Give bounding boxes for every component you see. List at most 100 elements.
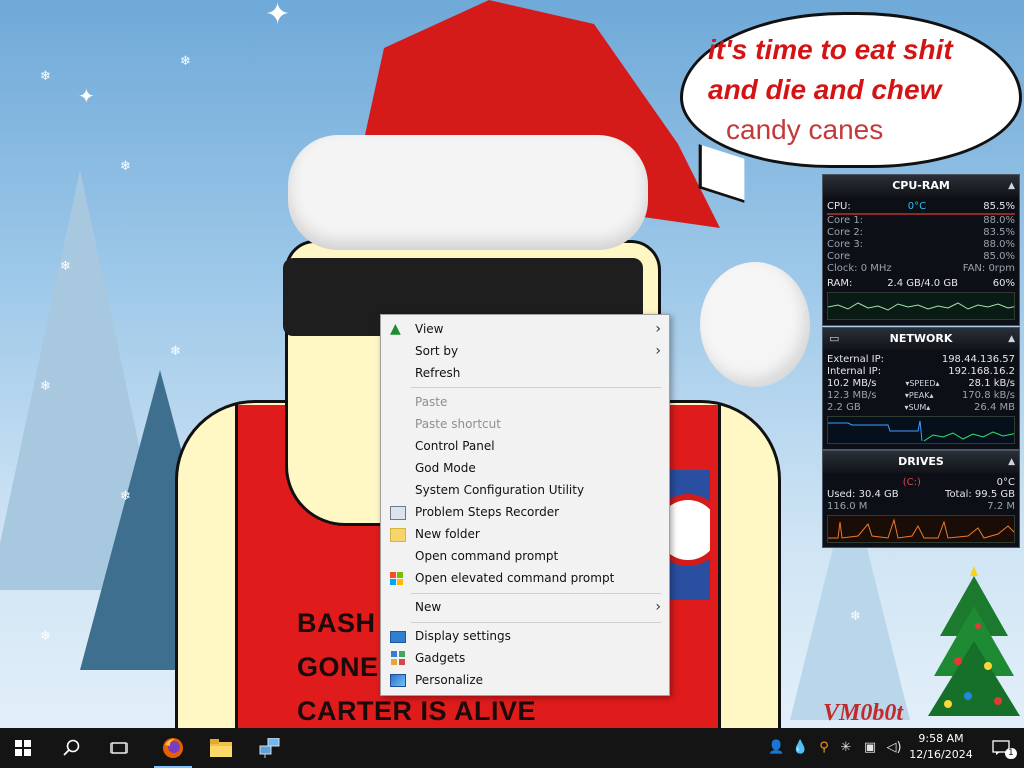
menu-item-paste[interactable]: Paste xyxy=(381,391,669,413)
network-tray-icon[interactable]: ▣ xyxy=(862,740,878,756)
ram-row: RAM: 2.4 GB/4.0 GB 60% xyxy=(823,278,1019,290)
sum-label: ▾SUM▴ xyxy=(904,403,931,412)
taskbar-file-explorer[interactable] xyxy=(198,728,244,768)
menu-item-new-folder[interactable]: New folder xyxy=(381,523,669,545)
menu-item-new[interactable]: New › xyxy=(381,596,669,618)
snowflake-decoration: ❄ xyxy=(40,379,51,394)
clock-date: 12/16/2024 xyxy=(909,748,973,761)
snowflake-tray-icon[interactable]: ✳ xyxy=(838,740,854,756)
core-label: Core xyxy=(827,251,851,262)
monitor-icon: ▭ xyxy=(829,332,840,345)
speech-bubble-line1: it's time to eat shit xyxy=(708,34,953,65)
cpu-ram-gadget[interactable]: CPU-RAM ▲ CPU: 0°C 85.5% Core 1: 88.0% C… xyxy=(822,174,1020,326)
fan-speed: FAN: 0rpm xyxy=(962,263,1015,274)
internal-ip-value: 192.168.16.2 xyxy=(948,366,1015,377)
internal-ip-label: Internal IP: xyxy=(827,366,882,377)
chevron-right-icon: › xyxy=(655,343,661,359)
ram-percent: 60% xyxy=(992,278,1015,289)
taskbar-network-app[interactable] xyxy=(246,728,292,768)
taskbar-firefox[interactable] xyxy=(150,728,196,768)
user-network-tray-icon[interactable]: 👤 xyxy=(768,740,784,756)
drive-header-row: (C:) 0°C xyxy=(823,477,1019,489)
droplet-tray-icon[interactable]: 💧 xyxy=(792,740,808,756)
drive-read: 116.0 M xyxy=(827,501,868,512)
menu-item-display-settings[interactable]: Display settings xyxy=(381,625,669,647)
menu-item-paste-shortcut[interactable]: Paste shortcut xyxy=(381,413,669,435)
volume-tray-icon[interactable]: ◁) xyxy=(886,740,902,756)
chevron-right-icon: › xyxy=(655,321,661,337)
menu-item-open-elevated-command-prompt[interactable]: Open elevated command prompt xyxy=(381,567,669,589)
speech-bubble-line2: and die and chew xyxy=(708,74,942,105)
cpu-value: 85.5% xyxy=(983,201,1015,212)
menu-item-view[interactable]: ▲ View › xyxy=(381,318,669,340)
drives-gadget-title: DRIVES xyxy=(898,455,944,468)
speed-up: 28.1 kB/s xyxy=(968,378,1015,389)
core-label: Core 1: xyxy=(827,215,864,226)
drive-letter: (C:) xyxy=(902,477,921,488)
drive-write: 7.2 M xyxy=(987,501,1015,512)
notification-center-button[interactable]: 1 xyxy=(978,728,1024,768)
taskbar-clock[interactable]: 9:58 AM 12/16/2024 xyxy=(908,731,974,763)
speed-down: 10.2 MB/s xyxy=(827,378,877,389)
drive-used: Used: 30.4 GB xyxy=(827,489,899,500)
core-label: Core 2: xyxy=(827,227,864,238)
task-view-button[interactable] xyxy=(96,728,142,768)
core-value: 83.5% xyxy=(983,227,1015,238)
network-gadget[interactable]: ▭ NETWORK ▲ External IP: 198.44.136.57 I… xyxy=(822,327,1020,450)
sum-row: 2.2 GB ▾SUM▴ 26.4 MB xyxy=(823,402,1019,414)
speed-label: ▾SPEED▴ xyxy=(905,379,940,388)
cpu-row: CPU: 0°C 85.5% xyxy=(823,201,1019,213)
personalize-icon xyxy=(390,674,406,687)
firefox-icon xyxy=(163,738,183,758)
menu-item-sort-by[interactable]: Sort by › xyxy=(381,340,669,362)
core-row: Core 3: 88.0% xyxy=(823,239,1019,251)
core-value: 85.0% xyxy=(983,251,1015,262)
network-traffic-graph xyxy=(827,416,1015,444)
drives-gadget[interactable]: DRIVES ▲ (C:) 0°C Used: 30.4 GB Total: 9… xyxy=(822,450,1020,548)
drive-activity-graph xyxy=(827,515,1015,543)
taskbar: 👤 💧 ⚲ ✳ ▣ ◁) 9:58 AM 12/16/2024 1 xyxy=(0,728,1024,768)
menu-item-control-panel[interactable]: Control Panel xyxy=(381,435,669,457)
core-row: Core 2: 83.5% xyxy=(823,227,1019,239)
drive-io-row: 116.0 M 7.2 M xyxy=(823,501,1019,513)
sum-down: 2.2 GB xyxy=(827,402,861,413)
peak-down: 12.3 MB/s xyxy=(827,390,877,401)
search-button[interactable] xyxy=(48,728,94,768)
christmas-tree-icon: ▲ xyxy=(390,321,401,337)
cpu-temp: 0°C xyxy=(907,201,927,212)
cpu-ram-gadget-header: CPU-RAM ▲ xyxy=(823,175,1019,197)
external-ip-row: External IP: 198.44.136.57 xyxy=(823,354,1019,366)
menu-item-refresh[interactable]: Refresh xyxy=(381,362,669,384)
snowflake-decoration: ❄ xyxy=(170,344,181,359)
menu-item-gadgets[interactable]: Gadgets xyxy=(381,647,669,669)
internal-ip-row: Internal IP: 192.168.16.2 xyxy=(823,366,1019,378)
menu-item-god-mode[interactable]: God Mode xyxy=(381,457,669,479)
start-button[interactable] xyxy=(0,728,46,768)
ram-history-graph xyxy=(827,292,1015,320)
collapse-caret-icon[interactable]: ▲ xyxy=(1008,328,1015,350)
collapse-caret-icon[interactable]: ▲ xyxy=(1008,175,1015,197)
chevron-right-icon: › xyxy=(655,599,661,615)
sun-glow-decoration: ✦ xyxy=(265,0,291,32)
menu-item-problem-steps-recorder[interactable]: Problem Steps Recorder xyxy=(381,501,669,523)
folder-icon xyxy=(390,528,406,542)
shirt-text-line1: BASH xyxy=(297,608,376,638)
shirt-text-line3: CARTER IS ALIVE xyxy=(297,696,537,726)
menu-separator xyxy=(411,622,661,623)
search-tray-icon[interactable]: ⚲ xyxy=(816,740,832,756)
santa-hat-pompom xyxy=(700,262,810,387)
ram-usage: 2.4 GB/4.0 GB xyxy=(887,278,958,289)
menu-item-personalize[interactable]: Personalize xyxy=(381,669,669,691)
peak-label: ▾PEAK▴ xyxy=(904,391,934,400)
display-icon xyxy=(390,631,406,643)
core-value: 88.0% xyxy=(983,239,1015,250)
sum-up: 26.4 MB xyxy=(974,402,1015,413)
snowflake-decoration: ❄ xyxy=(60,259,71,274)
external-ip-label: External IP: xyxy=(827,354,885,365)
menu-item-system-configuration-utility[interactable]: System Configuration Utility xyxy=(381,479,669,501)
snowflake-decoration: ❄ xyxy=(120,489,131,504)
ram-label: RAM: xyxy=(827,278,853,289)
drives-gadget-header: DRIVES ▲ xyxy=(823,451,1019,473)
collapse-caret-icon[interactable]: ▲ xyxy=(1008,451,1015,473)
menu-item-open-command-prompt[interactable]: Open command prompt xyxy=(381,545,669,567)
